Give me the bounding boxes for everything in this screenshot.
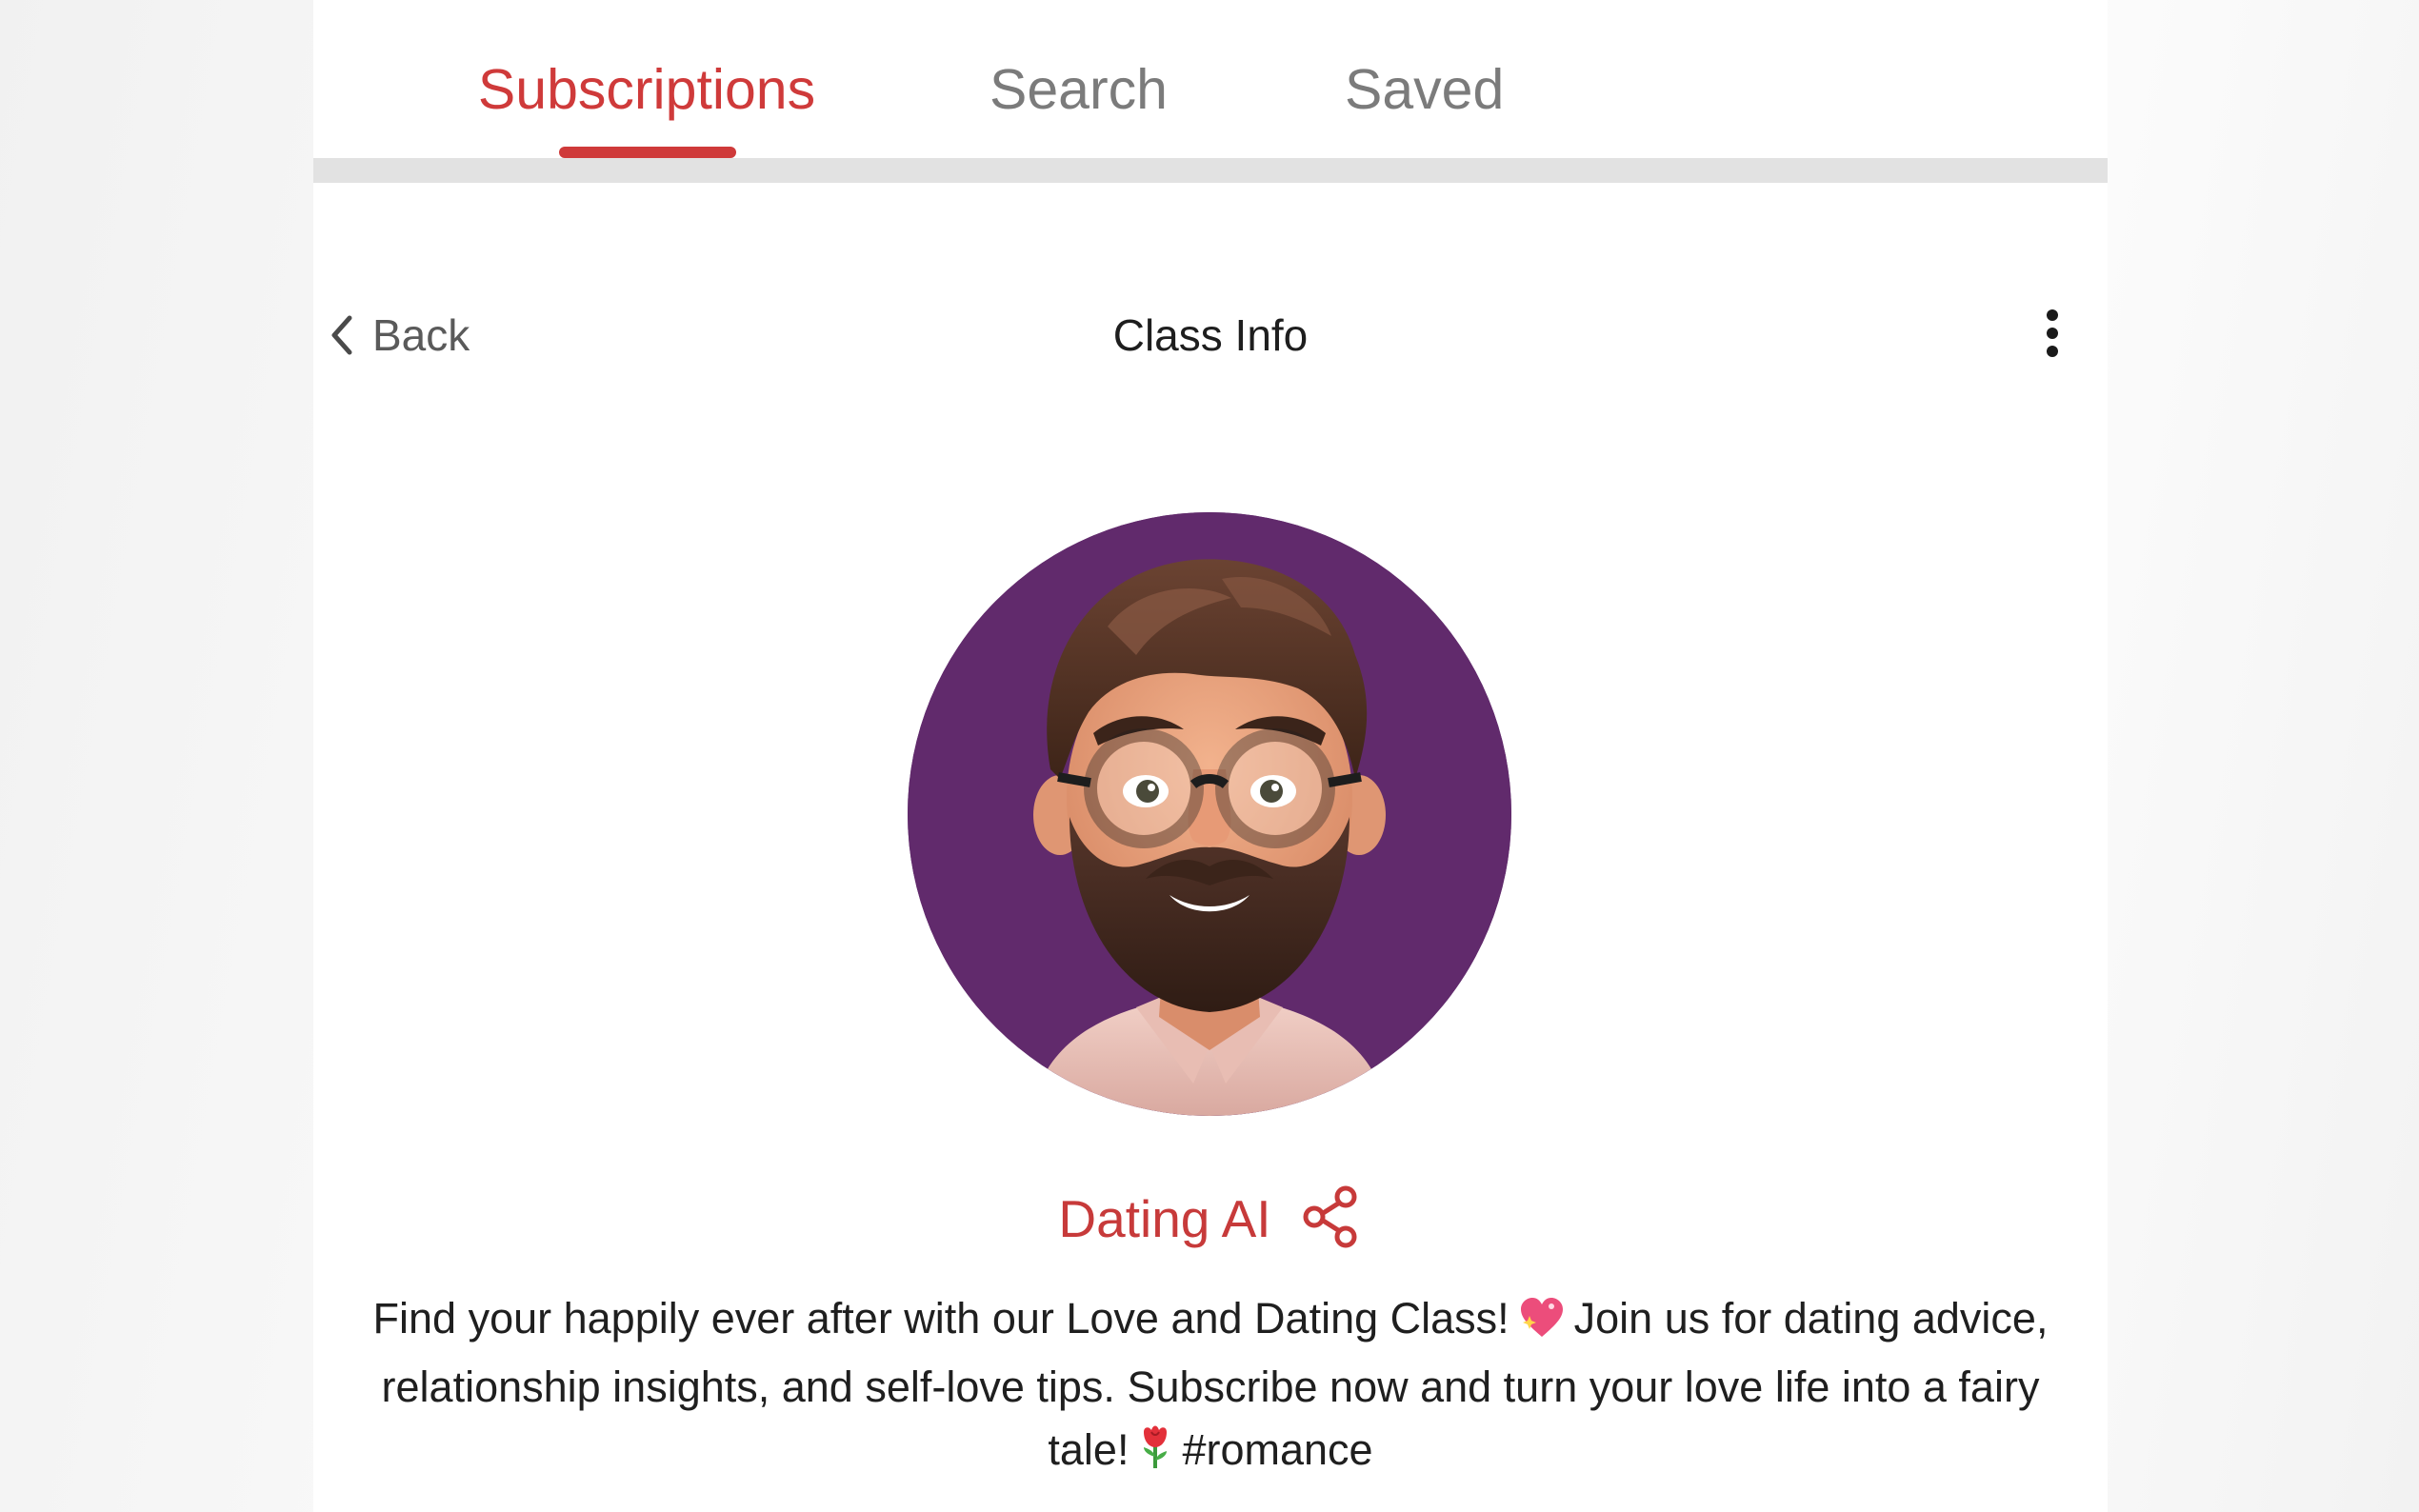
class-description: Find your happily ever after with our Lo… <box>370 1287 2050 1487</box>
app-window: Subscriptions Search Saved Back Class In… <box>313 0 2108 1512</box>
class-name-row: Dating AI <box>313 1181 2108 1257</box>
rose-emoji <box>1138 1424 1172 1487</box>
sparkling-heart-emoji <box>1519 1293 1565 1356</box>
class-info-card: Back Class Info Dating AI Find your happ… <box>313 183 2108 1512</box>
tab-bar: Subscriptions Search Saved <box>313 0 2108 158</box>
active-tab-indicator <box>559 147 736 158</box>
tab-subscriptions[interactable]: Subscriptions <box>473 51 820 128</box>
share-icon <box>1301 1185 1362 1253</box>
class-name: Dating AI <box>1058 1189 1271 1248</box>
share-button[interactable] <box>1300 1185 1363 1253</box>
tab-divider <box>313 158 2108 183</box>
page-title: Class Info <box>1112 310 1309 360</box>
description-text-1: Find your happily ever after with our Lo… <box>372 1294 1509 1343</box>
hashtag[interactable]: #romance <box>1182 1425 1372 1474</box>
class-avatar <box>908 512 1511 1116</box>
tab-saved[interactable]: Saved <box>1345 51 1504 128</box>
tab-search[interactable]: Search <box>990 51 1168 128</box>
more-vertical-icon <box>2045 308 2060 363</box>
more-options-button[interactable] <box>2024 301 2081 369</box>
